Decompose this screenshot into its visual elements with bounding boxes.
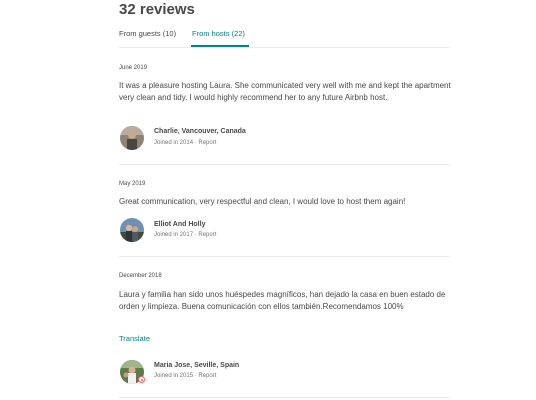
translate-link[interactable]: Translate bbox=[119, 334, 150, 344]
reviewer-name[interactable]: Elliot And Holly bbox=[154, 220, 205, 229]
joined-date: Joined in 2017 bbox=[154, 232, 194, 238]
person-photo-icon bbox=[120, 126, 144, 150]
review-date: May 2019 bbox=[119, 181, 146, 187]
review-divider bbox=[119, 397, 450, 398]
review-text: Laura y familia han sido unos huéspedes … bbox=[119, 290, 446, 311]
review-text: It was a pleasure hosting Laura. She com… bbox=[119, 81, 451, 102]
superhost-badge-icon bbox=[138, 376, 145, 383]
report-link[interactable]: Report bbox=[198, 373, 216, 379]
review-date: June 2019 bbox=[119, 65, 148, 71]
review-divider bbox=[119, 256, 450, 257]
reviewer-avatar[interactable] bbox=[120, 218, 144, 242]
report-link[interactable]: Report bbox=[198, 140, 216, 146]
joined-date: Joined in 2014 bbox=[154, 140, 194, 146]
tab-from-guests[interactable]: From guests (10) bbox=[119, 29, 176, 39]
page-title: 32 reviews bbox=[119, 1, 195, 18]
review-date: December 2018 bbox=[119, 273, 162, 279]
review-text: Great communication, very respectful and… bbox=[119, 197, 406, 206]
couple-photo-icon bbox=[120, 218, 144, 242]
joined-date: Joined in 2015 bbox=[154, 373, 194, 379]
report-link[interactable]: Report bbox=[198, 232, 216, 238]
tab-from-hosts[interactable]: From hosts (22) bbox=[192, 29, 245, 39]
reviewer-meta: Joined in 2014 · Report bbox=[154, 139, 216, 147]
reviewer-name[interactable]: Maria Jose, Seville, Spain bbox=[154, 361, 239, 370]
review-divider bbox=[119, 164, 450, 165]
reviewer-meta: Joined in 2017 · Report bbox=[154, 231, 216, 239]
reviewer-avatar[interactable] bbox=[120, 126, 144, 150]
reviewer-name[interactable]: Charlie, Vancouver, Canada bbox=[154, 127, 246, 136]
reviewer-meta: Joined in 2015 · Report bbox=[154, 372, 216, 380]
tabs-divider bbox=[119, 47, 450, 48]
